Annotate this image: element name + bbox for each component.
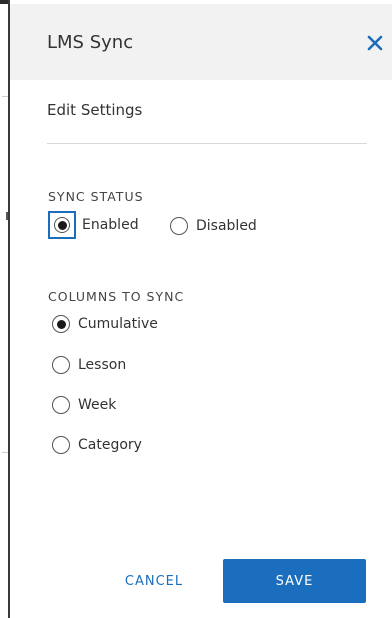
background-marker [6,212,8,220]
radio-label: Category [78,437,142,453]
radio-label: Lesson [78,357,127,373]
divider [47,143,367,144]
focus-ring [48,211,76,239]
radio-label: Week [78,397,117,413]
background-divider [2,96,8,97]
background-divider [2,452,8,453]
close-icon [367,35,383,51]
radio-button[interactable] [52,436,70,454]
radio-label: Cumulative [78,316,158,332]
radio-button[interactable] [52,356,70,374]
lms-sync-panel: LMS Sync Edit Settings SYNC STATUS Enabl… [10,0,392,618]
radio-button[interactable] [54,217,70,233]
radio-category[interactable]: Category [52,436,142,454]
sync-status-label: SYNC STATUS [48,189,144,204]
radio-button[interactable] [52,315,70,333]
columns-to-sync-label: COLUMNS TO SYNC [48,289,185,304]
radio-dot [56,319,66,329]
radio-lesson[interactable]: Lesson [52,356,126,374]
close-button[interactable] [364,32,386,54]
radio-cumulative[interactable]: Cumulative [52,315,158,333]
save-button[interactable]: SAVE [223,559,366,603]
cancel-button[interactable]: CANCEL [116,562,192,600]
panel-header: LMS Sync [10,4,392,80]
panel-subtitle: Edit Settings [47,101,143,119]
radio-enabled[interactable]: Enabled [48,211,139,239]
radio-week[interactable]: Week [52,396,116,414]
radio-label: Enabled [82,217,139,233]
radio-disabled[interactable]: Disabled [170,217,257,235]
panel-title: LMS Sync [47,32,134,53]
radio-dot [57,220,67,230]
radio-button[interactable] [52,396,70,414]
radio-button[interactable] [170,217,188,235]
radio-label: Disabled [196,218,257,234]
